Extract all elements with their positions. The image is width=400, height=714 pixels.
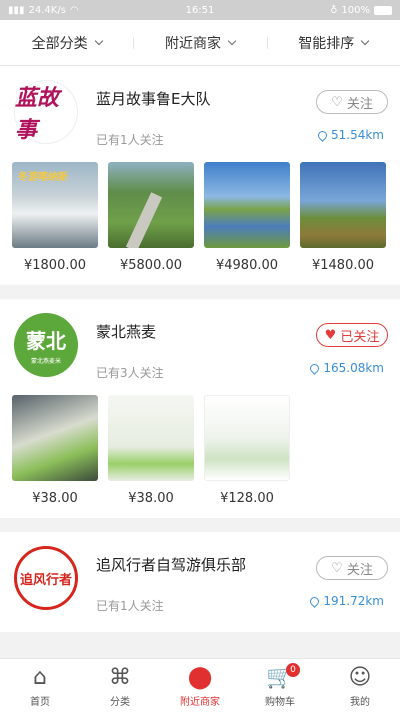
tab-label: 附近商家 (180, 696, 220, 708)
image-caption: 冬游喀纳斯 (18, 172, 68, 183)
filter-label: 全部分类 (31, 35, 88, 52)
shop-distance: 165.08km (308, 361, 384, 375)
chevron-down-icon (227, 36, 237, 45)
chevron-down-icon (361, 36, 370, 45)
distance-value: 191.72km (323, 594, 384, 608)
location-pin-icon (308, 361, 322, 375)
tab-mine[interactable]: ☺ 我的 (320, 659, 400, 714)
tab-cart[interactable]: 🛒 0 购物车 (240, 659, 320, 714)
heart-outline-icon: ♡ (331, 560, 343, 576)
shop-card[interactable]: 追风行者 追风行者自驾游俱乐部 已有1人关注 ♡ 关注 191.72km (0, 532, 400, 632)
shop-header: 蒙北 蒙北燕麦米 蒙北燕麦 已有3人关注 ♥ 已关注 165.08km (10, 313, 390, 387)
product-row: 冬游喀纳斯 ¥1800.00 ¥5800.00 ¥4980.00 ¥1480.0… (10, 162, 390, 273)
shop-card[interactable]: 蒙北 蒙北燕麦米 蒙北燕麦 已有3人关注 ♥ 已关注 165.08km ¥38.… (0, 299, 400, 518)
shop-distance: 51.54km (316, 128, 384, 142)
road-shape (125, 192, 163, 248)
shop-card[interactable]: 蓝故事 蓝月故事鲁E大队 已有1人关注 ♡ 关注 51.54km 冬游喀纳斯 ¥… (0, 66, 400, 285)
follow-button[interactable]: ♡ 关注 (316, 556, 388, 580)
shop-logo[interactable]: 蓝故事 (14, 80, 78, 144)
category-icon: ⌘ (109, 664, 131, 690)
tab-category[interactable]: ⌘ 分类 (80, 659, 160, 714)
chevron-down-icon (94, 36, 103, 45)
distance-value: 165.08km (323, 361, 384, 375)
filter-nearby-shops[interactable]: 附近商家 (133, 33, 266, 53)
product-item[interactable]: 冬游喀纳斯 ¥1800.00 (12, 162, 98, 273)
logo-subtext: 蒙北燕麦米 (30, 358, 61, 365)
product-image[interactable] (108, 162, 194, 248)
product-item[interactable]: ¥5800.00 (108, 162, 194, 273)
shop-distance: 191.72km (308, 594, 384, 608)
distance-value: 51.54km (331, 128, 384, 142)
product-row: ¥38.00 ¥38.00 ¥128.00 (10, 395, 390, 506)
home-icon: ⌂ (33, 664, 47, 690)
tab-label: 我的 (350, 696, 370, 708)
location-icon: ⬤ (187, 664, 213, 690)
heart-filled-icon: ♥ (324, 327, 337, 343)
clock: 16:51 (185, 4, 215, 16)
follow-label: 关注 (346, 562, 373, 578)
heart-outline-icon: ♡ (331, 94, 343, 110)
user-icon: ☺ (348, 664, 372, 690)
product-price: ¥38.00 (32, 491, 78, 506)
tab-home[interactable]: ⌂ 首页 (0, 659, 80, 714)
filter-label: 附近商家 (164, 35, 221, 52)
product-item[interactable]: ¥38.00 (108, 395, 194, 506)
filter-smart-sort[interactable]: 智能排序 (266, 33, 400, 53)
product-price: ¥5800.00 (119, 258, 183, 273)
product-image[interactable]: 冬游喀纳斯 (12, 162, 98, 248)
tab-label: 首页 (30, 696, 50, 708)
status-bar: ▮▮▮ 24.4K/s ◠ 16:51 ♁ 100% (0, 0, 400, 20)
filter-all-categories[interactable]: 全部分类 (0, 33, 133, 53)
tab-label: 购物车 (265, 696, 295, 708)
filter-label: 智能排序 (298, 35, 355, 52)
shop-header: 追风行者 追风行者自驾游俱乐部 已有1人关注 ♡ 关注 191.72km (10, 546, 390, 620)
shop-header: 蓝故事 蓝月故事鲁E大队 已有1人关注 ♡ 关注 51.54km (10, 80, 390, 154)
product-item[interactable]: ¥38.00 (12, 395, 98, 506)
product-price: ¥1800.00 (23, 258, 87, 273)
location-pin-icon (308, 594, 322, 608)
tab-nearby-shops[interactable]: ⬤ 附近商家 (160, 659, 240, 714)
bottom-tab-bar: ⌂ 首页 ⌘ 分类 ⬤ 附近商家 🛒 0 购物车 ☺ 我的 (0, 658, 400, 714)
shop-logo[interactable]: 追风行者 (14, 546, 78, 610)
product-price: ¥4980.00 (215, 258, 279, 273)
product-price: ¥128.00 (220, 491, 274, 506)
product-item[interactable]: ¥128.00 (204, 395, 290, 506)
product-price: ¥38.00 (128, 491, 174, 506)
logo-text: 蒙北 (26, 329, 66, 353)
filter-bar: 全部分类 附近商家 智能排序 (0, 20, 400, 66)
cart-badge: 0 (286, 663, 300, 677)
shop-list[interactable]: 蓝故事 蓝月故事鲁E大队 已有1人关注 ♡ 关注 51.54km 冬游喀纳斯 ¥… (0, 66, 400, 658)
product-image[interactable] (204, 395, 290, 481)
product-image[interactable] (108, 395, 194, 481)
product-item[interactable]: ¥1480.00 (300, 162, 386, 273)
followed-button[interactable]: ♥ 已关注 (316, 323, 388, 347)
shop-logo[interactable]: 蒙北 蒙北燕麦米 (14, 313, 78, 377)
product-price: ¥1480.00 (311, 258, 375, 273)
follow-label: 关注 (346, 96, 373, 112)
follow-button[interactable]: ♡ 关注 (316, 90, 388, 114)
product-item[interactable]: ¥4980.00 (204, 162, 290, 273)
product-image[interactable] (300, 162, 386, 248)
location-pin-icon (316, 128, 329, 142)
follow-label: 已关注 (340, 329, 380, 345)
tab-label: 分类 (110, 696, 130, 708)
product-image[interactable] (204, 162, 290, 248)
product-image[interactable] (12, 395, 98, 481)
